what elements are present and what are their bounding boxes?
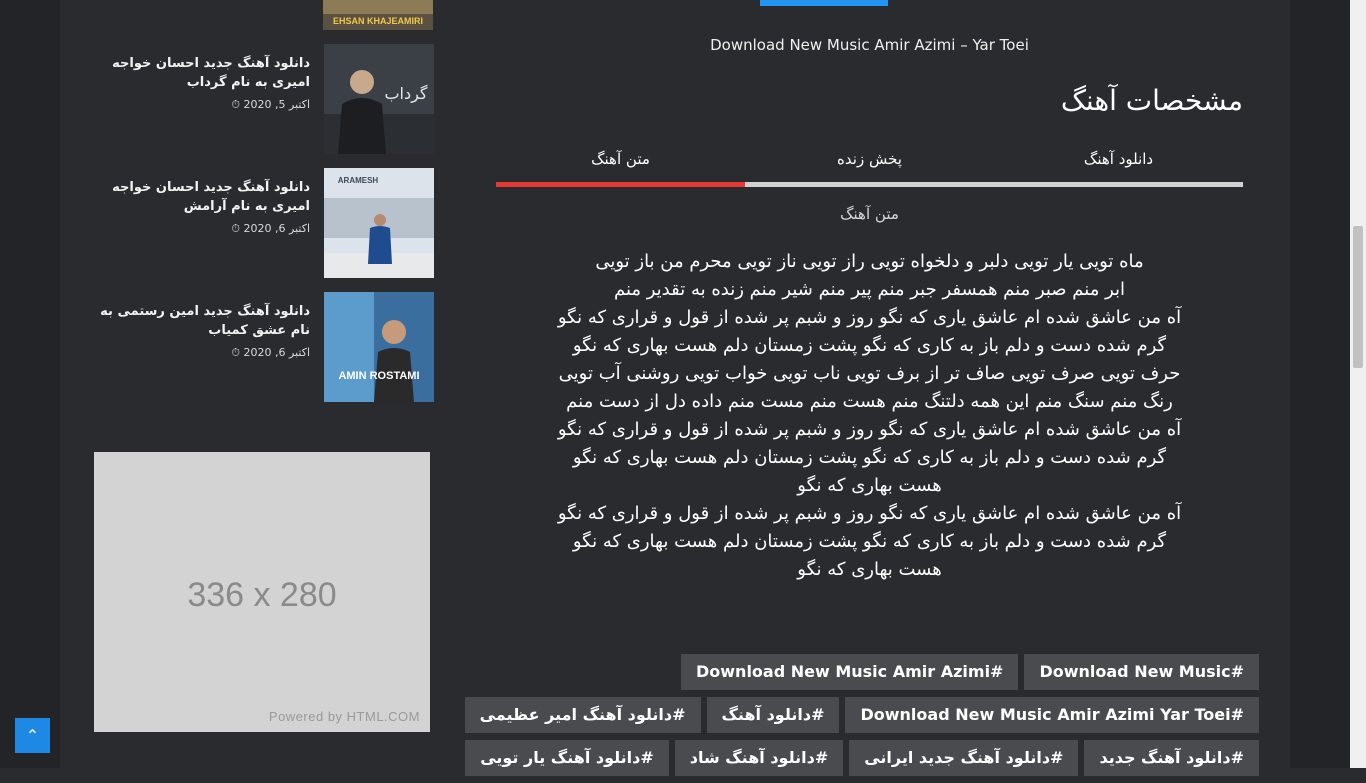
lyric-line: ابر منم صبر منم همسفر جبر منم پیر منم شی… xyxy=(613,279,1126,300)
tag-link[interactable]: #دانلود آهنگ امیر عظیمی xyxy=(464,697,701,733)
tag-link[interactable]: #دانلود آهنگ xyxy=(706,697,840,733)
post-title[interactable]: دانلود آهنگ جدید احسان خواجه امیری به نا… xyxy=(90,54,310,92)
clock-icon: ⏱ xyxy=(231,98,240,111)
lyric-line: گرم شده دست و دلم باز به کاری که نگو پشت… xyxy=(572,335,1167,356)
page-gutter-right xyxy=(1290,0,1350,768)
clock-icon: ⏱ xyxy=(231,346,240,359)
post-title[interactable]: دانلود آهنگ جدید احسان خواجه امیری به نا… xyxy=(90,178,310,216)
sidebar-post[interactable]: گرداب دانلود آهنگ جدید احسان خواجه امیری… xyxy=(92,44,434,154)
post-title[interactable]: دانلود آهنگ جدید امین رستمی به نام عشق ک… xyxy=(90,302,310,340)
svg-text:ARAMESH: ARAMESH xyxy=(338,176,379,185)
lyric-line: آه من عاشق شده ام عاشق یاری که نگو روز و… xyxy=(557,419,1182,440)
song-tabs: دانلود آهنگ پخش زنده متن آهنگ xyxy=(496,150,1243,188)
clock-icon: ⏱ xyxy=(231,222,240,235)
tag-row: #Download New Music #Download New Music … xyxy=(480,654,1259,690)
post-thumbnail[interactable]: AMIN ROSTAMI xyxy=(324,292,434,402)
ad-powered-by[interactable]: Powered by HTML.COM xyxy=(269,709,420,724)
tab-lyrics[interactable]: متن آهنگ xyxy=(496,150,745,184)
tag-link[interactable]: #دانلود آهنگ جدید ایرانی xyxy=(849,740,1079,776)
lyric-line: آه من عاشق شده ام عاشق یاری که نگو روز و… xyxy=(557,503,1182,524)
section-title: مشخصات آهنگ xyxy=(1060,84,1243,117)
tag-row: #Download New Music Amir Azimi Yar Toei … xyxy=(464,697,1259,733)
svg-text:EHSAN KHAJEAMIRI: EHSAN KHAJEAMIRI xyxy=(333,16,423,26)
tab-active-indicator xyxy=(496,182,745,187)
lyric-line: حرف تویی صرف تویی صاف تر از برف تویی ناب… xyxy=(558,363,1181,384)
image-caption: Download New Music Amir Azimi – Yar Toei xyxy=(710,36,1029,54)
page-gutter-left xyxy=(0,0,60,768)
tab-download[interactable]: دانلود آهنگ xyxy=(994,150,1243,184)
lyrics-text: ماه تویی یار تویی دلبر و دلخواه تویی راز… xyxy=(496,248,1243,584)
lyric-line: هست بهاری که نگو xyxy=(797,559,942,580)
ad-size-label: 336 x 280 xyxy=(187,576,337,614)
post-date: اکتبر 5, 2020 ⏱ xyxy=(231,98,310,111)
tag-link[interactable]: #دانلود آهنگ جدید xyxy=(1084,740,1259,776)
top-accent-bar[interactable] xyxy=(760,0,888,6)
ad-placeholder[interactable]: 336 x 280 Powered by HTML.COM xyxy=(94,452,430,732)
page-scrollbar[interactable] xyxy=(1350,0,1366,768)
svg-text:AMIN ROSTAMI: AMIN ROSTAMI xyxy=(338,370,419,382)
tag-link[interactable]: #Download New Music Amir Azimi xyxy=(681,654,1019,690)
svg-text:گرداب: گرداب xyxy=(384,84,427,104)
post-thumbnail-top[interactable]: EHSAN KHAJEAMIRI xyxy=(323,0,433,30)
scrollbar-thumb[interactable] xyxy=(1353,226,1363,368)
post-date: اکتبر 6, 2020 ⏱ xyxy=(231,222,310,235)
back-to-top-button[interactable]: ⌃ xyxy=(15,718,50,753)
lyric-line: آه من عاشق شده ام عاشق یاری که نگو روز و… xyxy=(557,307,1182,328)
tag-list: #Download New Music #Download New Music … xyxy=(464,654,1259,783)
lyrics-heading: متن آهنگ xyxy=(840,205,899,223)
tag-row: #دانلود آهنگ جدید #دانلود آهنگ جدید ایرا… xyxy=(465,740,1259,776)
lyric-line: رنگ منم سنگ منم این همه دلتنگ منم هست من… xyxy=(566,391,1173,412)
lyric-line: گرم شده دست و دلم باز به کاری که نگو پشت… xyxy=(572,447,1167,468)
top-strip xyxy=(640,0,1100,6)
tag-link[interactable]: #دانلود آهنگ شاد xyxy=(674,740,844,776)
lyric-line: هست بهاری که نگو xyxy=(797,475,942,496)
tag-link[interactable]: #Download New Music Amir Azimi Yar Toei xyxy=(845,697,1259,733)
sidebar-post[interactable]: AMIN ROSTAMI دانلود آهنگ جدید امین رستمی… xyxy=(92,292,434,402)
tag-link[interactable]: #Download New Music xyxy=(1024,654,1259,690)
lyric-line: ماه تویی یار تویی دلبر و دلخواه تویی راز… xyxy=(595,251,1144,272)
post-thumbnail[interactable]: ARAMESH xyxy=(324,168,434,278)
tab-live-play[interactable]: پخش زنده xyxy=(745,150,994,184)
post-thumbnail[interactable]: گرداب xyxy=(324,44,434,154)
tag-link[interactable]: #دانلود آهنگ یار تویی xyxy=(465,740,669,776)
post-date: اکتبر 6, 2020 ⏱ xyxy=(231,346,310,359)
chevron-up-icon: ⌃ xyxy=(25,726,40,745)
sidebar-post[interactable]: ARAMESH دانلود آهنگ جدید احسان خواجه امی… xyxy=(92,168,434,278)
lyric-line: گرم شده دست و دلم باز به کاری که نگو پشت… xyxy=(572,531,1167,552)
